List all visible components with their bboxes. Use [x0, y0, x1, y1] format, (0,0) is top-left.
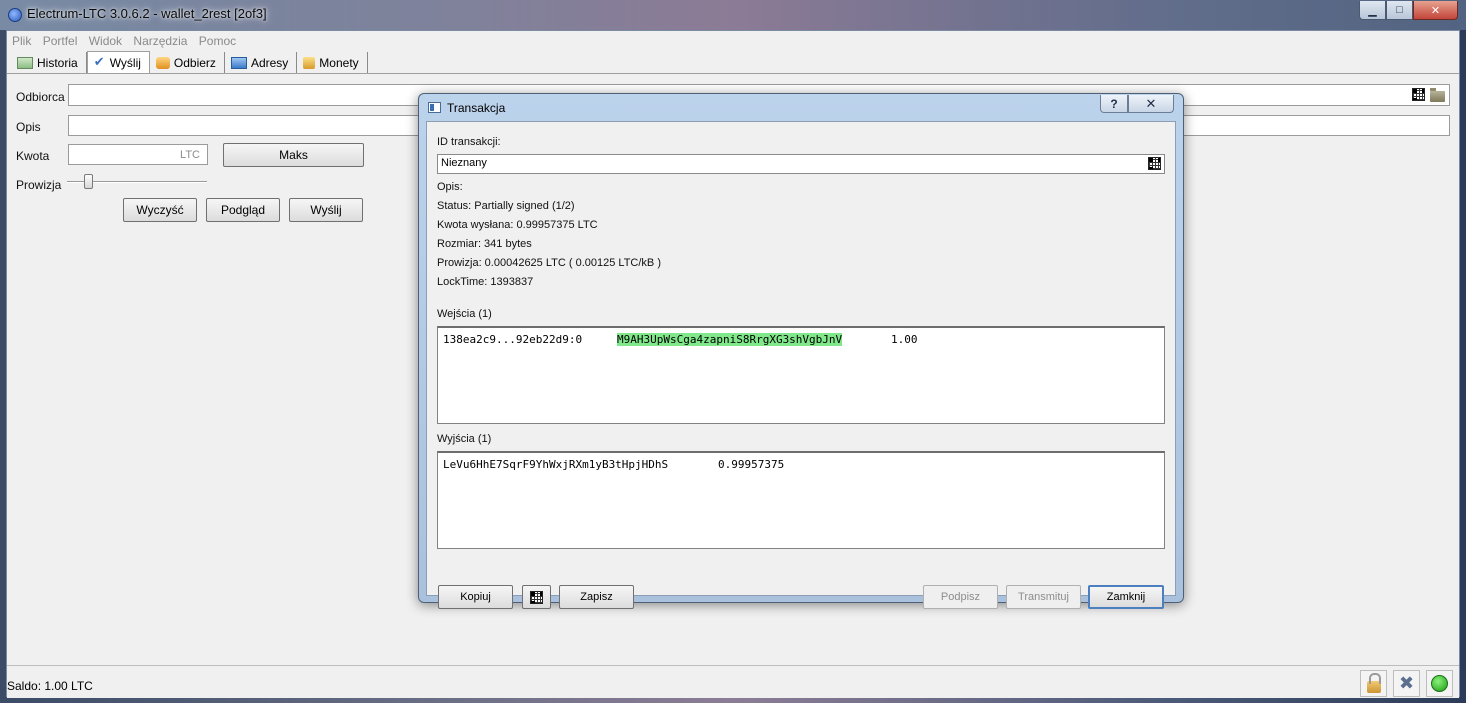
tab-label: Wyślij	[109, 56, 141, 70]
send-button[interactable]: Wyślij	[289, 198, 363, 222]
network-status-button[interactable]	[1426, 670, 1453, 697]
menu-portfel[interactable]: Portfel	[38, 31, 81, 48]
sign-button[interactable]: Podpisz	[923, 585, 998, 609]
txid-label: ID transakcji:	[437, 136, 501, 148]
tab-odbierz[interactable]: Odbierz	[149, 52, 225, 73]
description-text: Opis:	[437, 181, 463, 193]
max-button[interactable]: Maks	[223, 143, 364, 167]
show-qr-button[interactable]	[522, 585, 551, 609]
dialog-window-icon	[428, 102, 441, 113]
title-bar[interactable]: Electrum-LTC 3.0.6.2 - wallet_2rest [2of…	[0, 0, 1466, 30]
broadcast-button[interactable]: Transmituj	[1006, 585, 1081, 609]
menu-bar: Plik Portfel Widok Narzędzia Pomoc	[7, 31, 1459, 51]
status-text: Status: Partially signed (1/2)	[437, 200, 575, 212]
balance-text: Saldo: 1.00 LTC	[7, 679, 93, 693]
minimize-button[interactable]: ▁	[1359, 1, 1386, 20]
settings-button[interactable]: ✖	[1393, 670, 1420, 697]
save-button[interactable]: Zapisz	[559, 585, 634, 609]
input-address: M9AH3UpWsCga4zapniS8RrgXG3shVgbJnV	[617, 333, 843, 346]
size-text: Rozmiar: 341 bytes	[437, 238, 532, 250]
tab-label: Adresy	[250, 55, 289, 70]
tab-historia[interactable]: Historia	[11, 52, 87, 73]
input-amount: 1.00	[891, 333, 918, 346]
tab-label: Historia	[37, 55, 78, 70]
preview-button[interactable]: Podgląd	[206, 198, 280, 222]
tab-label: Odbierz	[173, 55, 216, 70]
history-icon	[17, 56, 33, 69]
main-window: Electrum-LTC 3.0.6.2 - wallet_2rest [2of…	[0, 0, 1466, 703]
send-icon	[94, 54, 106, 70]
description-label: Opis	[16, 120, 41, 134]
fee-slider-handle[interactable]	[84, 174, 93, 189]
copy-button[interactable]: Kopiuj	[438, 585, 513, 609]
receive-icon	[155, 56, 170, 69]
locktime-text: LockTime: 1393837	[437, 276, 534, 288]
electrum-logo-icon	[8, 8, 22, 22]
input-address-highlight: M9AH3UpWsCga4zapniS8RrgXG3shVgbJnV	[617, 333, 843, 346]
status-bar: Saldo: 1.00 LTC ✖	[7, 665, 1459, 698]
outputs-label: Wyjścia (1)	[437, 433, 492, 445]
tab-divider	[7, 73, 1459, 74]
inputs-label: Wejścia (1)	[437, 308, 492, 320]
tab-adresy[interactable]: Adresy	[224, 52, 298, 73]
folder-icon[interactable]	[1430, 88, 1445, 102]
txid-field[interactable]: Nieznany	[437, 154, 1165, 174]
tools-icon: ✖	[1398, 673, 1415, 693]
addresses-icon	[230, 56, 247, 69]
menu-pomoc[interactable]: Pomoc	[194, 31, 239, 48]
outputs-list[interactable]: LeVu6HhE7SqrF9YhWxjRXm1yB3tHpjHDhS 0.999…	[437, 451, 1165, 549]
network-status-icon	[1431, 675, 1448, 692]
output-address: LeVu6HhE7SqrF9YhWxjRXm1yB3tHpjHDhS	[443, 458, 669, 471]
clear-button[interactable]: Wyczyść	[123, 198, 197, 222]
tab-bar: Historia Wyślij Odbierz Adresy Monety	[11, 51, 368, 74]
inputs-list[interactable]: 138ea2c9...92eb22d9:0 M9AH3UpWsCga4zapni…	[437, 326, 1165, 424]
recipient-label: Odbiorca	[16, 90, 65, 104]
amount-label: Kwota	[16, 149, 50, 163]
menu-plik[interactable]: Plik	[7, 31, 34, 48]
amount-unit: LTC	[180, 149, 200, 161]
coins-icon	[303, 56, 316, 69]
transaction-dialog: Transakcja ? ✕ ID transakcji: Nieznany O…	[418, 93, 1184, 609]
fee-text: Prowizja: 0.00042625 LTC ( 0.00125 LTC/k…	[437, 257, 661, 269]
dialog-close-button[interactable]: ✕	[1128, 95, 1174, 113]
window-title: Electrum-LTC 3.0.6.2 - wallet_2rest [2of…	[27, 6, 267, 21]
qr-code-icon[interactable]	[1148, 157, 1161, 170]
fee-label: Prowizja	[16, 178, 62, 192]
tab-label: Monety	[319, 55, 359, 70]
lock-icon	[1366, 672, 1381, 693]
lock-button[interactable]	[1360, 670, 1387, 697]
close-button[interactable]: ✕	[1413, 1, 1458, 20]
tab-monety[interactable]: Monety	[297, 52, 368, 73]
dialog-title: Transakcja	[447, 101, 506, 115]
output-amount: 0.99957375	[718, 458, 785, 471]
dialog-help-button[interactable]: ?	[1100, 95, 1128, 113]
qr-code-icon[interactable]	[1412, 88, 1425, 101]
qr-code-icon	[530, 590, 543, 604]
txid-value: Nieznany	[441, 157, 487, 169]
tab-wyslij[interactable]: Wyślij	[86, 51, 150, 74]
maximize-button[interactable]: □	[1386, 1, 1413, 20]
input-outpoint: 138ea2c9...92eb22d9:0	[443, 333, 583, 346]
menu-narzedzia[interactable]: Narzędzia	[128, 31, 190, 48]
menu-widok[interactable]: Widok	[84, 31, 125, 48]
amount-input[interactable]: LTC	[68, 144, 208, 165]
dialog-body: ID transakcji: Nieznany Opis: Status: Pa…	[426, 121, 1176, 609]
amount-sent-text: Kwota wysłana: 0.99957375 LTC	[437, 219, 598, 231]
close-dialog-button[interactable]: Zamknij	[1088, 585, 1164, 609]
